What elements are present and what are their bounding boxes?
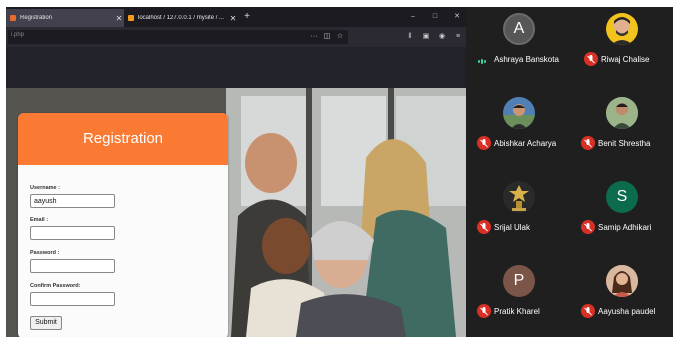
muted-mic-icon <box>477 136 491 150</box>
avatar <box>503 181 535 213</box>
video-call-frame: Registration ✕ localhost / 127.0.0.1 / m… <box>6 7 673 337</box>
participant-tile[interactable]: Aayusha paudel <box>571 259 673 341</box>
tab-registration[interactable]: Registration ✕ <box>6 9 124 27</box>
avatar-initial: S <box>616 188 628 205</box>
email-label: Email : <box>30 217 49 223</box>
sidebar-icon[interactable]: ▣ <box>420 30 432 44</box>
registration-form: Registration Username : aayush Email : P… <box>18 113 228 337</box>
muted-mic-icon <box>581 220 595 234</box>
address-bar[interactable]: i.php ··· ◫ ☆ <box>8 30 348 44</box>
speaking-indicator-icon <box>478 58 486 64</box>
minimize-button[interactable]: – <box>404 9 422 25</box>
participant-tile[interactable]: Abishkar Acharya <box>468 91 570 173</box>
password-input[interactable] <box>30 259 115 273</box>
tab-phpmyadmin[interactable]: localhost / 127.0.0.1 / mysite / ... ✕ <box>124 9 238 27</box>
pocket-icon[interactable]: ◫ <box>321 30 333 44</box>
confirm-password-label: Confirm Password: <box>30 283 81 289</box>
participant-name: Abishkar Acharya <box>494 139 557 148</box>
menu-icon[interactable]: ≡ <box>452 30 464 44</box>
participant-grid: A Ashraya Banskota Riwaj Chalise Abishka… <box>468 7 673 337</box>
participant-name: Aayusha paudel <box>598 307 656 316</box>
participant-name: Ashraya Banskota <box>494 55 559 64</box>
participant-name: Samip Adhikari <box>598 223 652 232</box>
avatar: A <box>503 13 535 45</box>
url-text: i.php <box>11 32 25 38</box>
avatar: P <box>503 265 535 297</box>
avatar <box>606 13 638 45</box>
username-input[interactable]: aayush <box>30 194 115 208</box>
tab-title: localhost / 127.0.0.1 / mysite / ... <box>138 15 225 21</box>
bookmark-star-icon[interactable]: ☆ <box>334 30 346 44</box>
more-actions-icon[interactable]: ··· <box>308 30 320 44</box>
username-label: Username : <box>30 185 60 191</box>
avatar <box>606 265 638 297</box>
confirm-password-input[interactable] <box>30 292 115 306</box>
shared-browser-window: Registration ✕ localhost / 127.0.0.1 / m… <box>6 7 466 337</box>
maximize-button[interactable]: □ <box>426 9 444 25</box>
participant-tile[interactable]: A Ashraya Banskota <box>468 7 570 89</box>
muted-mic-icon <box>581 304 595 318</box>
participant-name: Benit Shrestha <box>598 139 651 148</box>
participant-name: Riwaj Chalise <box>601 55 650 64</box>
avatar-initial: P <box>513 272 525 289</box>
close-window-button[interactable]: ✕ <box>448 9 466 25</box>
avatar-initial: A <box>513 20 525 37</box>
participant-name: Pratik Kharel <box>494 307 540 316</box>
firefox-favicon-icon <box>10 15 16 21</box>
library-icon[interactable]: ⫴ <box>404 30 416 44</box>
password-label: Password : <box>30 250 60 256</box>
participant-tile[interactable]: S Samip Adhikari <box>571 175 673 257</box>
tab-bar: Registration ✕ localhost / 127.0.0.1 / m… <box>6 7 466 27</box>
account-icon[interactable]: ◉ <box>436 30 448 44</box>
phpmyadmin-favicon-icon <box>128 15 134 21</box>
close-tab-icon[interactable]: ✕ <box>228 14 238 23</box>
avatar <box>503 97 535 129</box>
close-tab-icon[interactable]: ✕ <box>114 14 124 23</box>
avatar <box>606 97 638 129</box>
participant-name: Srijal Ulak <box>494 223 531 232</box>
muted-mic-icon <box>477 220 491 234</box>
muted-mic-icon <box>477 304 491 318</box>
muted-mic-icon <box>581 136 595 150</box>
web-page: Registration Username : aayush Email : P… <box>6 47 466 337</box>
form-header: Registration <box>18 113 228 165</box>
form-title: Registration <box>82 130 164 147</box>
muted-mic-icon <box>584 52 598 66</box>
submit-button[interactable]: Submit <box>30 316 62 330</box>
new-tab-button[interactable]: + <box>240 9 254 25</box>
email-input[interactable] <box>30 226 115 240</box>
participant-tile[interactable]: Riwaj Chalise <box>571 7 673 89</box>
avatar: S <box>606 181 638 213</box>
navigation-bar: i.php ··· ◫ ☆ ⫴ ▣ ◉ ≡ <box>6 27 466 47</box>
participant-tile[interactable]: Benit Shrestha <box>571 91 673 173</box>
tab-title: Registration <box>20 15 53 21</box>
participant-tile[interactable]: Srijal Ulak <box>468 175 570 257</box>
participant-tile[interactable]: P Pratik Kharel <box>468 259 570 341</box>
